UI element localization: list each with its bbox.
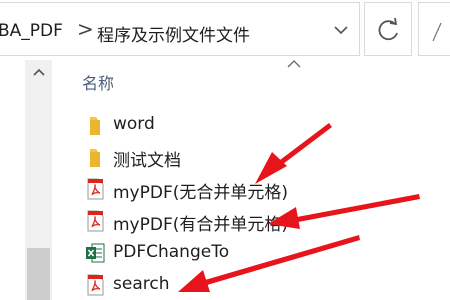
search-icon: [432, 22, 442, 42]
list-item-word[interactable]: word: [80, 110, 410, 140]
sort-up-icon[interactable]: [285, 58, 303, 70]
folder-icon: [90, 117, 100, 135]
list-item-test-docs[interactable]: 测试文档: [80, 142, 410, 172]
address-bar: BA_PDF > 程序及示例文件文件: [0, 0, 450, 60]
breadcrumb-item-ba-pdf[interactable]: BA_PDF: [0, 21, 63, 41]
refresh-button[interactable]: [364, 2, 412, 56]
file-name: search: [113, 274, 170, 294]
list-item-pdfchangeto[interactable]: PDFChangeTo: [80, 238, 410, 268]
list-item-mypdf-merged[interactable]: myPDF(有合并单元格): [80, 206, 410, 236]
pdf-file-icon: [87, 274, 104, 296]
excel-file-icon: [86, 243, 105, 263]
breadcrumb-item-current[interactable]: 程序及示例文件文件: [97, 21, 250, 46]
list-item-search[interactable]: search: [80, 270, 410, 300]
pdf-file-icon: [87, 210, 104, 232]
file-name: myPDF(无合并单元格): [113, 183, 289, 203]
refresh-icon: [378, 17, 398, 41]
breadcrumb[interactable]: BA_PDF > 程序及示例文件文件: [0, 2, 360, 56]
column-header-name[interactable]: 名称: [82, 70, 114, 94]
list-item-mypdf-no-merge[interactable]: myPDF(无合并单元格): [80, 174, 410, 204]
file-name: word: [113, 114, 155, 134]
file-name: myPDF(有合并单元格): [113, 215, 289, 235]
breadcrumb-separator: >: [77, 17, 94, 41]
file-name: PDFChangeTo: [113, 242, 230, 262]
file-name: 测试文档: [113, 151, 181, 171]
folder-icon: [90, 149, 100, 167]
pdf-file-icon: [87, 178, 104, 200]
chevron-down-icon[interactable]: [330, 21, 352, 39]
scroll-up-icon[interactable]: [31, 66, 47, 78]
scroll-thumb[interactable]: [27, 248, 50, 300]
search-box[interactable]: [418, 2, 450, 56]
